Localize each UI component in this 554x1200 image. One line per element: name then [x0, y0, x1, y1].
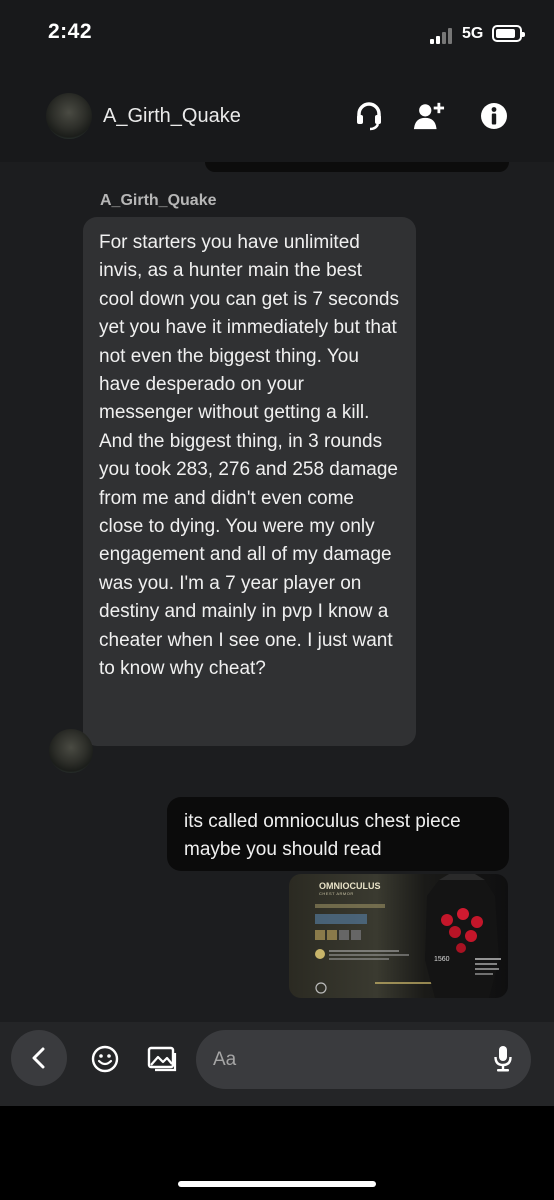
add-user-icon[interactable] — [413, 100, 445, 132]
image-picker-icon[interactable] — [147, 1044, 177, 1074]
message-list[interactable]: A_Girth_Quake For starters you have unli… — [0, 162, 554, 1022]
headset-icon[interactable] — [353, 100, 385, 132]
image-item-title: OMNIOCULUS — [319, 881, 381, 891]
message-input[interactable] — [213, 1030, 483, 1089]
image-attachment[interactable]: OMNIOCULUS CHEST ARMOR 1560 — [289, 874, 508, 998]
message-text: its called omnioculus chest piece maybe … — [184, 811, 461, 860]
message-sender-name: A_Girth_Quake — [100, 192, 217, 209]
message-composer — [0, 1022, 554, 1106]
battery-icon — [492, 25, 525, 42]
microphone-icon[interactable] — [488, 1044, 518, 1074]
chevron-left-icon — [32, 1047, 45, 1069]
avatar[interactable] — [46, 93, 92, 139]
conversation-title[interactable]: A_Girth_Quake — [103, 105, 241, 128]
outgoing-message-bubble[interactable]: its called omnioculus chest piece maybe … — [167, 797, 509, 871]
signal-icon — [430, 28, 456, 44]
image-item-subtitle: CHEST ARMOR — [319, 891, 354, 896]
status-time: 2:42 — [48, 20, 93, 43]
image-item-power: 1560 — [434, 956, 450, 963]
incoming-message-bubble[interactable]: For starters you have unlimited invis, a… — [83, 217, 416, 746]
message-input-container[interactable] — [196, 1030, 531, 1089]
emoji-icon[interactable] — [90, 1044, 120, 1074]
network-label: 5G — [462, 25, 484, 42]
info-icon[interactable] — [478, 100, 510, 132]
message-text: For starters you have unlimited invis, a… — [99, 232, 399, 680]
sender-avatar[interactable] — [49, 729, 93, 773]
conversation-header: A_Girth_Quake — [0, 70, 554, 162]
status-bar: 2:42 5G — [0, 0, 554, 70]
back-button[interactable] — [11, 1030, 67, 1086]
previous-message-bubble — [205, 162, 509, 172]
home-indicator[interactable] — [178, 1181, 376, 1187]
